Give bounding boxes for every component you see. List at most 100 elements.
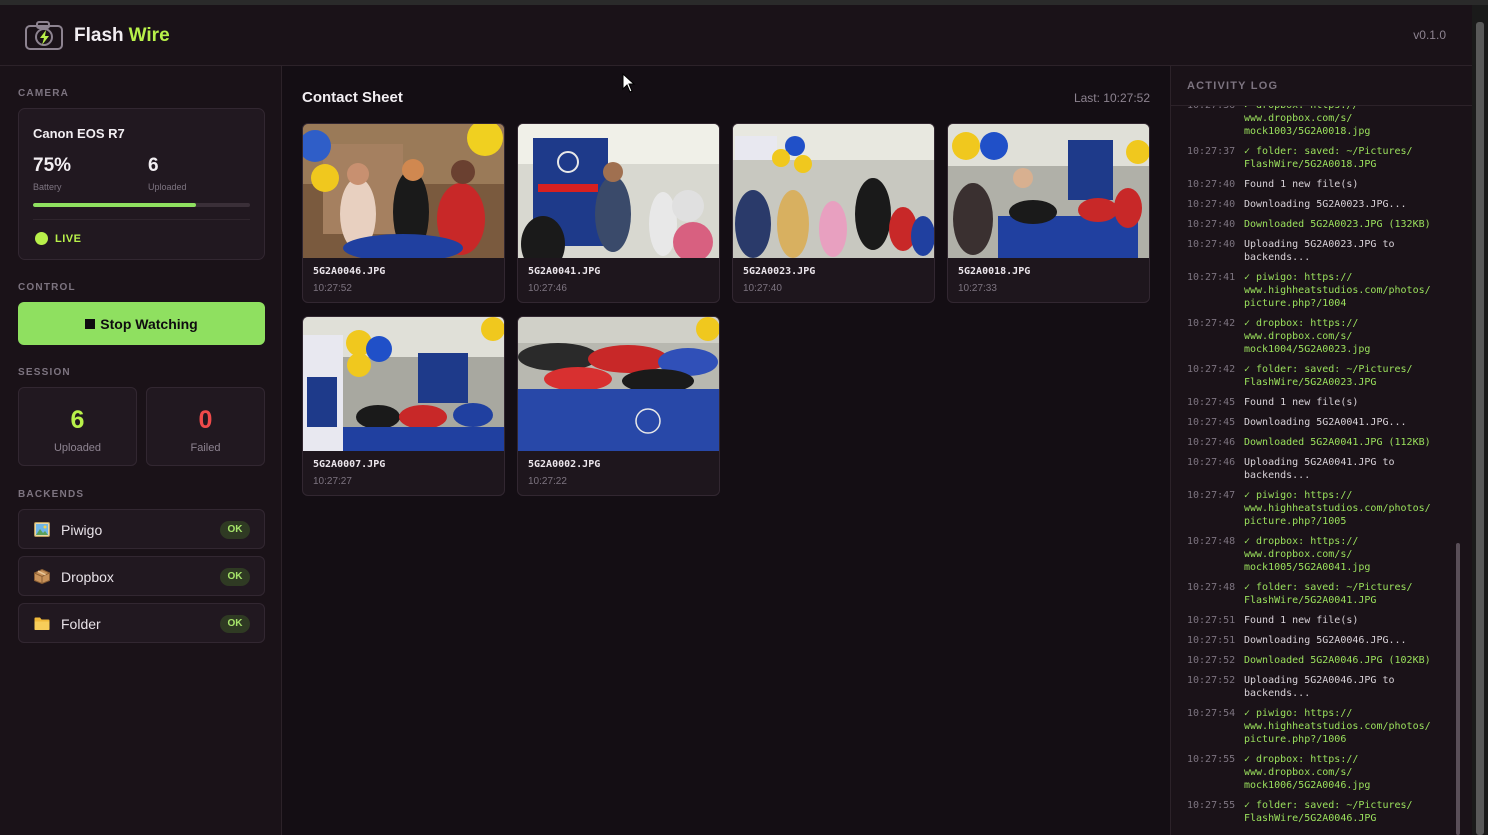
- log-entry-message: ✓ piwigo: https:// www.highheatstudios.c…: [1244, 272, 1431, 309]
- log-entry: 10:27:36✓ dropbox: https:// www.dropbox.…: [1187, 106, 1459, 138]
- log-entry-time: 10:27:45: [1187, 417, 1236, 428]
- photo-filename: 5G2A0023.JPG: [743, 266, 816, 277]
- last-capture-time: Last: 10:27:52: [1073, 91, 1150, 105]
- package-icon: [34, 569, 50, 584]
- log-entry: 10:27:40 Downloaded 5G2A0023.JPG (132KB): [1187, 218, 1459, 231]
- backends-section-label: BACKENDS: [18, 489, 85, 500]
- camera-uploaded-label: Uploaded: [148, 182, 187, 192]
- photo-filename: 5G2A0007.JPG: [313, 459, 386, 470]
- backend-name: Piwigo: [61, 522, 103, 538]
- log-entry-message: Found 1 new file(s): [1244, 615, 1359, 626]
- photo-filename: 5G2A0018.JPG: [958, 266, 1031, 277]
- app-name: Flash: [74, 25, 124, 46]
- activity-log-list: 10:27:36✓ dropbox: https:// www.dropbox.…: [1187, 106, 1459, 832]
- photo-thumbnail: [303, 317, 504, 451]
- log-entry: 10:27:54 ✓ piwigo: https:// www.highheats…: [1187, 707, 1459, 746]
- backend-folder[interactable]: Folder OK: [18, 603, 265, 643]
- mouse-cursor-icon: [622, 73, 636, 93]
- log-entry-time: 10:27:42: [1187, 318, 1236, 329]
- stop-watching-button[interactable]: Stop Watching: [18, 302, 265, 345]
- log-entry-message: ✓ piwigo: https:// www.highheatstudios.c…: [1244, 490, 1431, 527]
- log-entry-time: 10:27:54: [1187, 708, 1236, 719]
- battery-value: 75%: [33, 155, 72, 176]
- photo-card[interactable]: 5G2A0002.JPG 10:27:22: [517, 316, 720, 496]
- photo-timestamp: 10:27:52: [313, 283, 352, 294]
- log-entry-time: 10:27:55: [1187, 754, 1236, 765]
- photo-timestamp: 10:27:27: [313, 476, 352, 487]
- log-entry-message: Uploading 5G2A0046.JPG to backends...: [1244, 675, 1395, 699]
- photo-thumbnail: [303, 124, 504, 258]
- log-entry: 10:27:55 ✓ dropbox: https:// www.dropbox.…: [1187, 753, 1459, 792]
- log-entry-time: 10:27:52: [1187, 675, 1236, 686]
- sidebar: CAMERA Canon EOS R7 75% Battery 6 Upload…: [0, 66, 282, 835]
- photo-thumbnail: [733, 124, 934, 258]
- app-brand: Flash Wire: [74, 25, 170, 47]
- photo-card[interactable]: 5G2A0023.JPG 10:27:40: [732, 123, 935, 303]
- log-entry-time: 10:27:47: [1187, 490, 1236, 501]
- log-entry: 10:27:40 Downloading 5G2A0023.JPG...: [1187, 198, 1459, 211]
- backend-dropbox[interactable]: Dropbox OK: [18, 556, 265, 596]
- camera-model: Canon EOS R7: [33, 126, 125, 141]
- battery-label: Battery: [33, 182, 62, 192]
- photo-thumbnail: [518, 317, 719, 451]
- picture-icon: [34, 522, 50, 537]
- contact-sheet-title: Contact Sheet: [302, 89, 403, 106]
- photo-thumbnail: [518, 124, 719, 258]
- photo-filename: 5G2A0046.JPG: [313, 266, 386, 277]
- control-section-label: CONTROL: [18, 282, 76, 293]
- log-entry: 10:27:40 Found 1 new file(s): [1187, 178, 1459, 191]
- activity-log-title: ACTIVITY LOG: [1187, 80, 1279, 92]
- photo-card[interactable]: 5G2A0041.JPG 10:27:46: [517, 123, 720, 303]
- log-entry-message: ✓ folder: saved: ~/Pictures/ FlashWire/5…: [1244, 800, 1413, 824]
- photo-card[interactable]: 5G2A0007.JPG 10:27:27: [302, 316, 505, 496]
- log-entry-time: 10:27:40: [1187, 199, 1236, 210]
- log-entry-message: Uploading 5G2A0023.JPG to backends...: [1244, 239, 1395, 263]
- log-entry: 10:27:55 ✓ folder: saved: ~/Pictures/ Fla…: [1187, 799, 1459, 825]
- log-entry-time: 10:27:48: [1187, 582, 1236, 593]
- activity-log-scroll[interactable]: 10:27:36✓ dropbox: https:// www.dropbox.…: [1171, 106, 1461, 835]
- session-failed-label: Failed: [190, 442, 221, 454]
- backend-name: Folder: [61, 616, 101, 632]
- activity-log-scrollbar[interactable]: [1456, 106, 1460, 835]
- app-name-accent: Wire: [128, 25, 170, 46]
- log-entry: 10:27:48 ✓ folder: saved: ~/Pictures/ Fla…: [1187, 581, 1459, 607]
- log-entry: 10:27:41 ✓ piwigo: https:// www.highheats…: [1187, 271, 1459, 310]
- session-uploaded-label: Uploaded: [53, 442, 102, 454]
- session-uploaded-box: 6 Uploaded: [18, 387, 137, 466]
- log-entry: 10:27:51 Found 1 new file(s): [1187, 614, 1459, 627]
- log-entry-message: ✓ dropbox: https:// www.dropbox.com/s/ m…: [1244, 106, 1371, 137]
- log-entry-message: Downloading 5G2A0041.JPG...: [1244, 417, 1407, 428]
- backend-piwigo[interactable]: Piwigo OK: [18, 509, 265, 549]
- log-entry-message: Downloading 5G2A0023.JPG...: [1244, 199, 1407, 210]
- log-entry-message: Downloaded 5G2A0046.JPG (102KB): [1244, 655, 1431, 666]
- activity-log-scrollbar-thumb[interactable]: [1456, 543, 1460, 835]
- photo-card[interactable]: 5G2A0046.JPG 10:27:52: [302, 123, 505, 303]
- log-entry-time: 10:27:42: [1187, 364, 1236, 375]
- log-entry: 10:27:46 Uploading 5G2A0041.JPG to backen…: [1187, 456, 1459, 482]
- log-entry-message: ✓ folder: saved: ~/Pictures/ FlashWire/5…: [1244, 582, 1413, 606]
- log-entry-time: 10:27:51: [1187, 615, 1236, 626]
- live-status-label: LIVE: [55, 233, 82, 245]
- log-entry: 10:27:37 ✓ folder: saved: ~/Pictures/ Fla…: [1187, 145, 1459, 171]
- window-scrollbar[interactable]: [1472, 5, 1488, 835]
- log-entry: 10:27:45 Downloading 5G2A0041.JPG...: [1187, 416, 1459, 429]
- log-entry: 10:27:46 Downloaded 5G2A0041.JPG (112KB): [1187, 436, 1459, 449]
- log-entry: 10:27:52 Downloaded 5G2A0046.JPG (102KB): [1187, 654, 1459, 667]
- battery-progress-bar: [33, 203, 250, 207]
- camera-section-label: CAMERA: [18, 88, 70, 99]
- log-entry-message: Downloading 5G2A0046.JPG...: [1244, 635, 1407, 646]
- log-entry-time: 10:27:46: [1187, 437, 1236, 448]
- log-entry-time: 10:27:37: [1187, 146, 1236, 157]
- window-scrollbar-thumb[interactable]: [1476, 22, 1484, 835]
- photo-timestamp: 10:27:33: [958, 283, 997, 294]
- log-entry-message: ✓ dropbox: https:// www.dropbox.com/s/ m…: [1244, 318, 1371, 355]
- log-entry: 10:27:47 ✓ piwigo: https:// www.highheats…: [1187, 489, 1459, 528]
- log-entry-message: ✓ folder: saved: ~/Pictures/ FlashWire/5…: [1244, 364, 1413, 388]
- log-entry-message: Found 1 new file(s): [1244, 397, 1359, 408]
- log-entry: 10:27:42 ✓ dropbox: https:// www.dropbox.…: [1187, 317, 1459, 356]
- log-entry-time: 10:27:36: [1187, 106, 1244, 138]
- camera-divider: [33, 219, 250, 220]
- log-entry-message: Downloaded 5G2A0041.JPG (112KB): [1244, 437, 1431, 448]
- camera-uploaded-value: 6: [148, 155, 159, 176]
- photo-card[interactable]: 5G2A0018.JPG 10:27:33: [947, 123, 1150, 303]
